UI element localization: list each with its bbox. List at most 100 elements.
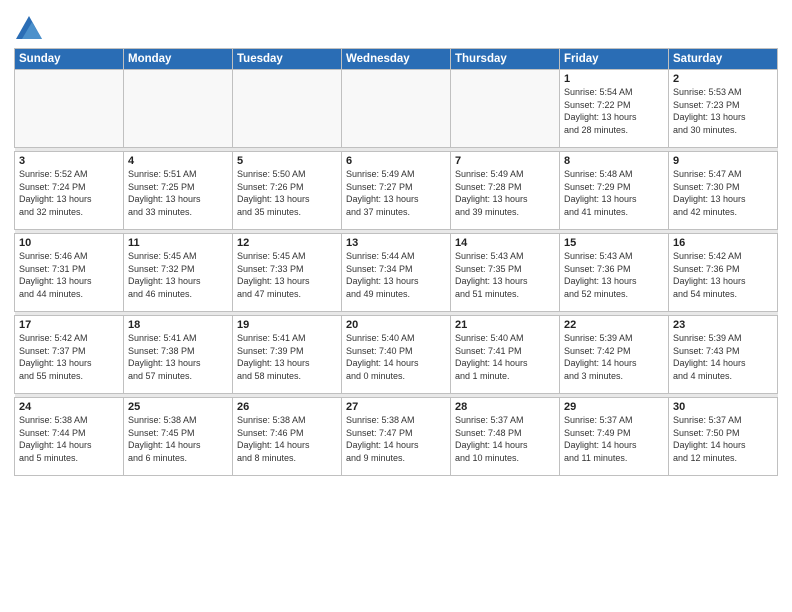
day-info: Sunrise: 5:54 AM Sunset: 7:22 PM Dayligh… — [564, 86, 664, 136]
calendar-cell — [342, 70, 451, 148]
weekday-header-saturday: Saturday — [669, 49, 778, 70]
day-number: 22 — [564, 319, 664, 331]
calendar-cell: 3Sunrise: 5:52 AM Sunset: 7:24 PM Daylig… — [15, 152, 124, 230]
day-info: Sunrise: 5:49 AM Sunset: 7:28 PM Dayligh… — [455, 168, 555, 218]
day-number: 25 — [128, 401, 228, 413]
calendar-cell — [233, 70, 342, 148]
day-info: Sunrise: 5:39 AM Sunset: 7:42 PM Dayligh… — [564, 332, 664, 382]
day-number: 18 — [128, 319, 228, 331]
day-info: Sunrise: 5:37 AM Sunset: 7:48 PM Dayligh… — [455, 414, 555, 464]
day-info: Sunrise: 5:38 AM Sunset: 7:47 PM Dayligh… — [346, 414, 446, 464]
calendar-cell: 14Sunrise: 5:43 AM Sunset: 7:35 PM Dayli… — [451, 234, 560, 312]
day-info: Sunrise: 5:43 AM Sunset: 7:36 PM Dayligh… — [564, 250, 664, 300]
calendar-cell: 9Sunrise: 5:47 AM Sunset: 7:30 PM Daylig… — [669, 152, 778, 230]
day-info: Sunrise: 5:52 AM Sunset: 7:24 PM Dayligh… — [19, 168, 119, 218]
day-number: 13 — [346, 237, 446, 249]
day-number: 10 — [19, 237, 119, 249]
calendar-cell: 5Sunrise: 5:50 AM Sunset: 7:26 PM Daylig… — [233, 152, 342, 230]
day-number: 30 — [673, 401, 773, 413]
day-info: Sunrise: 5:50 AM Sunset: 7:26 PM Dayligh… — [237, 168, 337, 218]
weekday-header-thursday: Thursday — [451, 49, 560, 70]
week-row-2: 3Sunrise: 5:52 AM Sunset: 7:24 PM Daylig… — [15, 152, 778, 230]
calendar-cell — [124, 70, 233, 148]
day-info: Sunrise: 5:49 AM Sunset: 7:27 PM Dayligh… — [346, 168, 446, 218]
calendar: SundayMondayTuesdayWednesdayThursdayFrid… — [14, 48, 778, 476]
day-info: Sunrise: 5:41 AM Sunset: 7:38 PM Dayligh… — [128, 332, 228, 382]
week-row-3: 10Sunrise: 5:46 AM Sunset: 7:31 PM Dayli… — [15, 234, 778, 312]
weekday-header-wednesday: Wednesday — [342, 49, 451, 70]
weekday-header-friday: Friday — [560, 49, 669, 70]
calendar-cell: 7Sunrise: 5:49 AM Sunset: 7:28 PM Daylig… — [451, 152, 560, 230]
calendar-cell: 25Sunrise: 5:38 AM Sunset: 7:45 PM Dayli… — [124, 398, 233, 476]
day-number: 15 — [564, 237, 664, 249]
day-info: Sunrise: 5:40 AM Sunset: 7:41 PM Dayligh… — [455, 332, 555, 382]
calendar-cell: 19Sunrise: 5:41 AM Sunset: 7:39 PM Dayli… — [233, 316, 342, 394]
calendar-cell: 1Sunrise: 5:54 AM Sunset: 7:22 PM Daylig… — [560, 70, 669, 148]
day-number: 12 — [237, 237, 337, 249]
day-number: 29 — [564, 401, 664, 413]
calendar-cell — [451, 70, 560, 148]
calendar-cell: 2Sunrise: 5:53 AM Sunset: 7:23 PM Daylig… — [669, 70, 778, 148]
day-info: Sunrise: 5:53 AM Sunset: 7:23 PM Dayligh… — [673, 86, 773, 136]
calendar-cell: 10Sunrise: 5:46 AM Sunset: 7:31 PM Dayli… — [15, 234, 124, 312]
calendar-cell: 15Sunrise: 5:43 AM Sunset: 7:36 PM Dayli… — [560, 234, 669, 312]
calendar-cell: 30Sunrise: 5:37 AM Sunset: 7:50 PM Dayli… — [669, 398, 778, 476]
calendar-cell: 17Sunrise: 5:42 AM Sunset: 7:37 PM Dayli… — [15, 316, 124, 394]
day-info: Sunrise: 5:37 AM Sunset: 7:50 PM Dayligh… — [673, 414, 773, 464]
calendar-cell: 22Sunrise: 5:39 AM Sunset: 7:42 PM Dayli… — [560, 316, 669, 394]
day-info: Sunrise: 5:40 AM Sunset: 7:40 PM Dayligh… — [346, 332, 446, 382]
day-number: 8 — [564, 155, 664, 167]
day-number: 23 — [673, 319, 773, 331]
day-info: Sunrise: 5:43 AM Sunset: 7:35 PM Dayligh… — [455, 250, 555, 300]
day-number: 11 — [128, 237, 228, 249]
calendar-cell: 29Sunrise: 5:37 AM Sunset: 7:49 PM Dayli… — [560, 398, 669, 476]
day-info: Sunrise: 5:39 AM Sunset: 7:43 PM Dayligh… — [673, 332, 773, 382]
day-info: Sunrise: 5:42 AM Sunset: 7:36 PM Dayligh… — [673, 250, 773, 300]
day-number: 4 — [128, 155, 228, 167]
calendar-cell: 18Sunrise: 5:41 AM Sunset: 7:38 PM Dayli… — [124, 316, 233, 394]
day-info: Sunrise: 5:38 AM Sunset: 7:46 PM Dayligh… — [237, 414, 337, 464]
weekday-header-sunday: Sunday — [15, 49, 124, 70]
page-container: SundayMondayTuesdayWednesdayThursdayFrid… — [0, 0, 792, 612]
day-info: Sunrise: 5:41 AM Sunset: 7:39 PM Dayligh… — [237, 332, 337, 382]
calendar-cell: 26Sunrise: 5:38 AM Sunset: 7:46 PM Dayli… — [233, 398, 342, 476]
header — [14, 10, 778, 44]
day-info: Sunrise: 5:46 AM Sunset: 7:31 PM Dayligh… — [19, 250, 119, 300]
day-info: Sunrise: 5:38 AM Sunset: 7:45 PM Dayligh… — [128, 414, 228, 464]
calendar-cell: 16Sunrise: 5:42 AM Sunset: 7:36 PM Dayli… — [669, 234, 778, 312]
day-number: 1 — [564, 73, 664, 85]
calendar-cell: 28Sunrise: 5:37 AM Sunset: 7:48 PM Dayli… — [451, 398, 560, 476]
day-number: 9 — [673, 155, 773, 167]
calendar-cell: 4Sunrise: 5:51 AM Sunset: 7:25 PM Daylig… — [124, 152, 233, 230]
day-number: 28 — [455, 401, 555, 413]
calendar-cell: 12Sunrise: 5:45 AM Sunset: 7:33 PM Dayli… — [233, 234, 342, 312]
day-info: Sunrise: 5:44 AM Sunset: 7:34 PM Dayligh… — [346, 250, 446, 300]
day-info: Sunrise: 5:37 AM Sunset: 7:49 PM Dayligh… — [564, 414, 664, 464]
calendar-cell: 13Sunrise: 5:44 AM Sunset: 7:34 PM Dayli… — [342, 234, 451, 312]
logo — [14, 14, 48, 44]
logo-icon — [14, 14, 44, 44]
weekday-header-tuesday: Tuesday — [233, 49, 342, 70]
calendar-cell: 23Sunrise: 5:39 AM Sunset: 7:43 PM Dayli… — [669, 316, 778, 394]
calendar-cell: 8Sunrise: 5:48 AM Sunset: 7:29 PM Daylig… — [560, 152, 669, 230]
day-info: Sunrise: 5:51 AM Sunset: 7:25 PM Dayligh… — [128, 168, 228, 218]
day-number: 21 — [455, 319, 555, 331]
week-row-1: 1Sunrise: 5:54 AM Sunset: 7:22 PM Daylig… — [15, 70, 778, 148]
day-number: 19 — [237, 319, 337, 331]
day-number: 16 — [673, 237, 773, 249]
day-number: 7 — [455, 155, 555, 167]
day-info: Sunrise: 5:47 AM Sunset: 7:30 PM Dayligh… — [673, 168, 773, 218]
weekday-header-row: SundayMondayTuesdayWednesdayThursdayFrid… — [15, 49, 778, 70]
day-number: 3 — [19, 155, 119, 167]
day-number: 24 — [19, 401, 119, 413]
day-number: 17 — [19, 319, 119, 331]
calendar-cell: 27Sunrise: 5:38 AM Sunset: 7:47 PM Dayli… — [342, 398, 451, 476]
week-row-4: 17Sunrise: 5:42 AM Sunset: 7:37 PM Dayli… — [15, 316, 778, 394]
calendar-cell: 11Sunrise: 5:45 AM Sunset: 7:32 PM Dayli… — [124, 234, 233, 312]
day-number: 20 — [346, 319, 446, 331]
day-number: 5 — [237, 155, 337, 167]
calendar-cell: 20Sunrise: 5:40 AM Sunset: 7:40 PM Dayli… — [342, 316, 451, 394]
day-info: Sunrise: 5:45 AM Sunset: 7:33 PM Dayligh… — [237, 250, 337, 300]
day-info: Sunrise: 5:48 AM Sunset: 7:29 PM Dayligh… — [564, 168, 664, 218]
calendar-cell: 6Sunrise: 5:49 AM Sunset: 7:27 PM Daylig… — [342, 152, 451, 230]
